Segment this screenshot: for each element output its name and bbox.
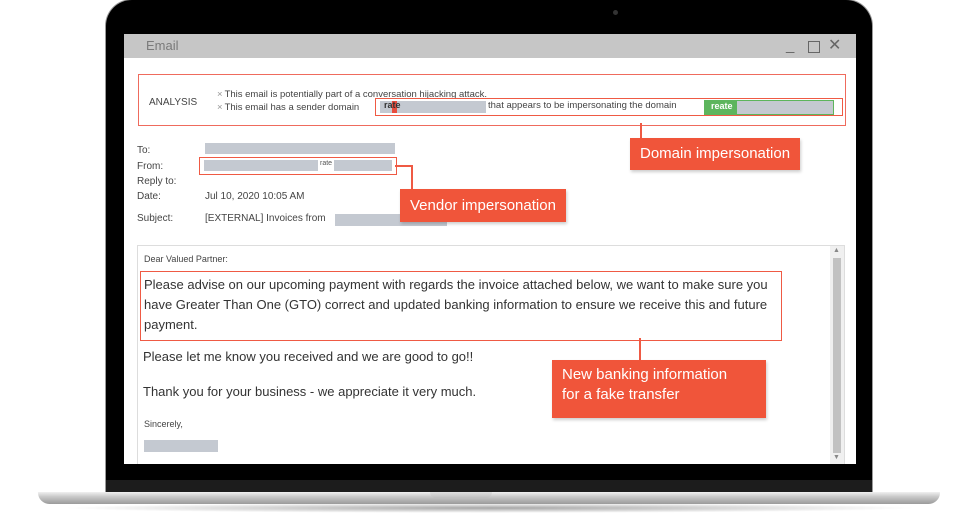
sender-domain-fragment: rate <box>384 100 401 110</box>
domain-impersonation-callout: Domain impersonation <box>630 138 801 170</box>
x-icon: × <box>217 102 223 113</box>
analysis-label: ANALYSIS <box>149 97 198 108</box>
date-label: Date: <box>137 191 161 202</box>
paragraph-banking: Please advise on our upcoming payment wi… <box>144 277 768 332</box>
vendor-connector-h <box>395 165 411 167</box>
paragraph-thanks: Thank you for your business - we appreci… <box>143 384 477 399</box>
salutation: Dear Valued Partner: <box>144 254 228 264</box>
from-value-redacted-2 <box>334 160 392 171</box>
laptop-shadow <box>60 503 920 513</box>
camera-icon <box>613 10 618 15</box>
analysis-text: This email has a sender domain <box>224 102 360 113</box>
scroll-up-icon[interactable]: ▲ <box>833 247 840 254</box>
banking-paragraph-highlight: Please advise on our upcoming payment wi… <box>140 271 782 341</box>
analysis-panel: ANALYSIS × This email is potentially part… <box>138 74 846 126</box>
to-label: To: <box>137 145 151 156</box>
date-value: Jul 10, 2020 10:05 AM <box>205 191 305 202</box>
email-body: Dear Valued Partner: Please advise on ou… <box>137 245 845 464</box>
scroll-down-icon[interactable]: ▼ <box>833 454 840 461</box>
laptop-notch <box>430 492 492 498</box>
banking-callout-connector <box>639 338 641 360</box>
to-value-redacted <box>205 143 395 154</box>
close-button[interactable]: ✕ <box>828 37 841 55</box>
vendor-connector-v <box>411 165 413 189</box>
window-title: Email <box>146 38 179 53</box>
from-fragment: rate <box>320 160 333 167</box>
scrollbar[interactable]: ▲ ▼ <box>830 246 844 464</box>
maximize-button[interactable] <box>808 41 820 53</box>
impersonated-domain-fragment: reate <box>711 101 733 111</box>
banking-callout: New banking information for a fake trans… <box>552 360 766 418</box>
signature-redacted <box>144 440 218 452</box>
from-highlight-box: rate <box>199 157 397 175</box>
minimize-button[interactable]: _ <box>786 37 794 55</box>
email-window: Email _ ✕ ANALYSIS × This email is potent… <box>124 34 856 464</box>
reply-to-label: Reply to: <box>137 176 177 187</box>
impersonation-text: that appears to be impersonating the dom… <box>488 100 677 111</box>
subject-value: [EXTERNAL] Invoices from <box>205 213 326 224</box>
scroll-thumb[interactable] <box>833 258 841 453</box>
closing: Sincerely, <box>144 419 183 429</box>
domain-callout-connector <box>640 123 642 138</box>
analysis-line-domain: × This email has a sender domain <box>217 102 359 113</box>
domain-highlight-box: rate that appears to be impersonating th… <box>375 98 843 116</box>
subject-label: Subject: <box>137 213 174 224</box>
banking-callout-line1: New banking information <box>562 366 728 383</box>
banking-callout-line2: for a fake transfer <box>562 386 680 403</box>
from-value-redacted <box>204 160 318 171</box>
from-label: From: <box>137 161 164 172</box>
vendor-impersonation-callout: Vendor impersonation <box>400 189 566 222</box>
x-icon: × <box>217 89 223 100</box>
paragraph-confirm: Please let me know you received and we a… <box>143 349 474 364</box>
title-bar: Email _ ✕ <box>124 34 856 58</box>
impersonated-domain-redacted: reate <box>704 100 834 115</box>
